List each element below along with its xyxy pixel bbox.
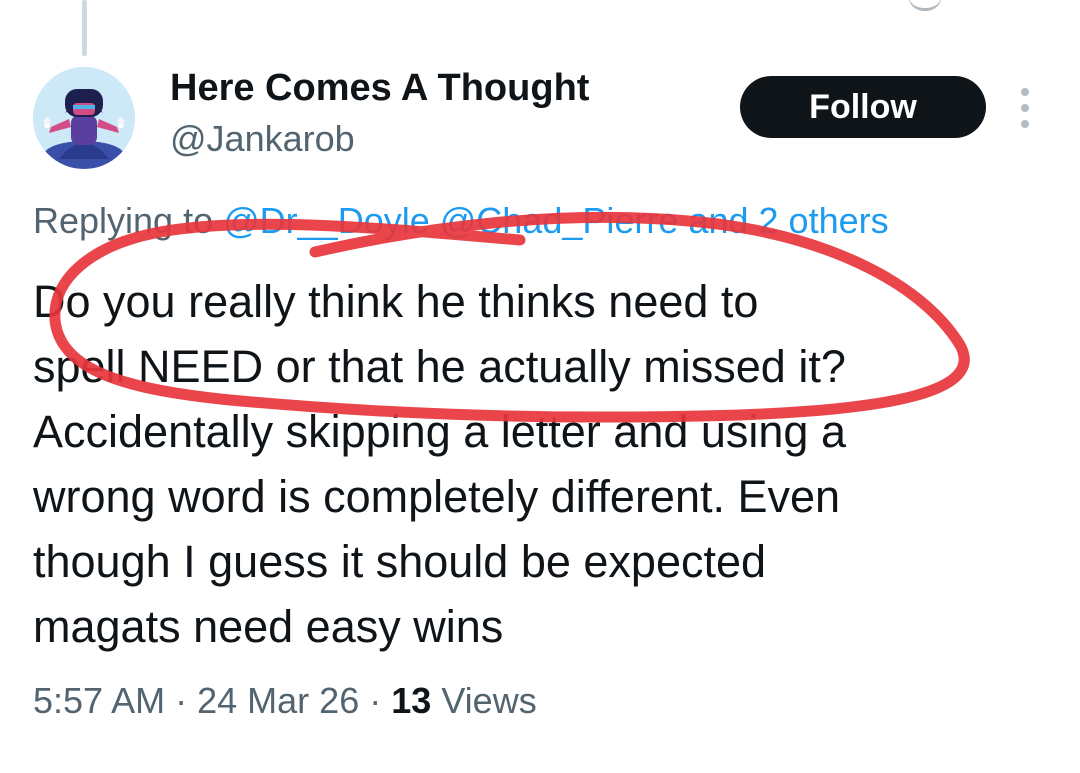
tweet-text-line: though I guess it should be expected bbox=[33, 536, 767, 587]
more-dot bbox=[1021, 120, 1029, 128]
cropped-icon-fragment bbox=[908, 0, 942, 11]
author-display-name[interactable]: Here Comes A Thought bbox=[170, 64, 589, 112]
tweet-text-line: spell NEED or that he actually missed it… bbox=[33, 341, 846, 392]
tweet-text-line: Do you really think he thinks need to bbox=[33, 276, 759, 327]
replying-prefix: Replying to bbox=[33, 200, 214, 241]
author-handle[interactable]: @Jankarob bbox=[170, 115, 355, 163]
more-dot bbox=[1021, 104, 1029, 112]
meta-separator: · bbox=[369, 680, 382, 721]
tweet-text: Do you really think he thinks need to sp… bbox=[33, 269, 1033, 659]
follow-button[interactable]: Follow bbox=[740, 76, 986, 138]
replying-to: Replying to @Dr__Doyle @Chad_Pierre and … bbox=[33, 198, 889, 244]
tweet-text-line: magats need easy wins bbox=[33, 601, 504, 652]
others-link[interactable]: and 2 others bbox=[688, 200, 888, 241]
views-label[interactable]: Views bbox=[441, 680, 536, 721]
mention-link[interactable]: @Dr__Doyle bbox=[223, 200, 430, 241]
tweet-time[interactable]: 5:57 AM bbox=[33, 680, 165, 721]
more-dot bbox=[1021, 88, 1029, 96]
more-vertical-icon[interactable] bbox=[1014, 88, 1036, 128]
tweet-meta: 5:57 AM · 24 Mar 26 · 13 Views bbox=[33, 676, 537, 726]
tweet-text-line: wrong word is completely different. Even bbox=[33, 471, 841, 522]
mention-link[interactable]: @Chad_Pierre bbox=[440, 200, 679, 241]
avatar[interactable] bbox=[33, 67, 135, 169]
tweet-text-line: Accidentally skipping a letter and using… bbox=[33, 406, 846, 457]
tweet-date[interactable]: 24 Mar 26 bbox=[197, 680, 359, 721]
views-count[interactable]: 13 bbox=[391, 680, 431, 721]
thread-connector-line bbox=[82, 0, 87, 56]
meta-separator: · bbox=[175, 680, 188, 721]
avatar-image bbox=[33, 67, 135, 169]
